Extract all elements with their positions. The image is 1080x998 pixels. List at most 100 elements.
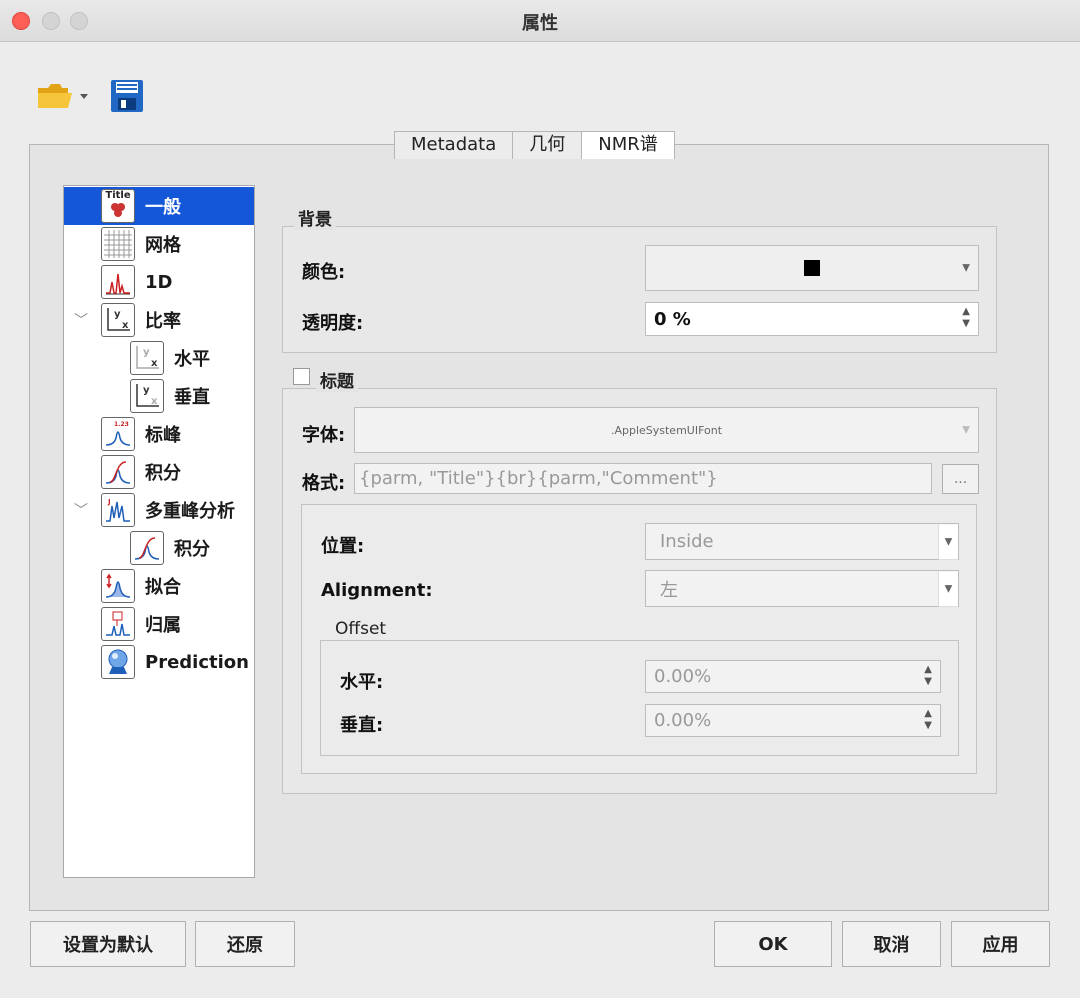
tree-item-label: 积分 [174,539,210,560]
title-icon: Title [101,189,135,223]
integral-icon [130,531,164,565]
stepper-icon[interactable]: ▲ ▼ [924,708,932,732]
tree-item-label: 1D [145,271,173,293]
offset-horizontal-label: 水平: [340,672,384,693]
tree-item-assignment[interactable]: 归属 [64,605,254,643]
offset-group [320,640,959,756]
apply-button[interactable]: 应用 [951,921,1050,967]
chevron-down-icon: ▼ [938,571,958,606]
peak-label-icon: 1.23 [101,417,135,451]
tree-item-grid[interactable]: 网格 [64,225,254,263]
tree-item-label: 水平 [174,349,210,370]
tree-item-multiplet-integral[interactable]: 积分 [64,529,254,567]
chevron-down-icon: ▼ [962,424,970,436]
tab-bar: Metadata 几何 NMR谱 [394,131,675,159]
set-default-button[interactable]: 设置为默认 [30,921,186,967]
restore-button[interactable]: 还原 [195,921,295,967]
ok-button[interactable]: OK [714,921,832,967]
ratio-vertical-icon: yx [130,379,164,413]
svg-text:J: J [107,498,111,506]
integral-icon [101,455,135,489]
tree-item-general[interactable]: Title 一般 [64,187,254,225]
save-icon [111,80,143,112]
tree-item-multiplet[interactable]: ﹀ J 多重峰分析 [64,491,254,529]
tree-item-ratio-horizontal[interactable]: yx 水平 [64,339,254,377]
open-folder-button[interactable] [36,80,92,114]
chevron-down-icon: ▼ [962,262,970,274]
stepper-icon[interactable]: ▲ ▼ [962,306,970,330]
format-label: 格式: [302,473,346,494]
offset-vertical-value: 0.00% [654,710,712,731]
alignment-select[interactable]: 左 ▼ [645,570,959,607]
ratio-icon: yx [101,303,135,337]
font-label: 字体: [302,425,346,446]
tree-item-ratio[interactable]: ﹀ yx 比率 [64,301,254,339]
format-value: {parm, "Title"}{br}{parm,"Comment"} [359,468,718,489]
font-value: .AppleSystemUIFont [610,423,723,437]
title-checkbox[interactable] [293,368,310,385]
svg-text:x: x [151,396,158,407]
opacity-label: 透明度: [302,313,364,334]
offset-vertical-label: 垂直: [340,715,384,736]
prediction-icon [101,645,135,679]
tree-item-label: 垂直 [174,387,210,408]
offset-vertical-spinbox[interactable]: 0.00% ▲ ▼ [645,704,941,737]
tab-metadata[interactable]: Metadata [394,131,514,159]
tree-item-label: 标峰 [145,425,181,446]
title-checkbox-label: 标题 [316,367,358,392]
offset-group-label: Offset [331,619,391,639]
offset-horizontal-spinbox[interactable]: 0.00% ▲ ▼ [645,660,941,693]
tab-geometry[interactable]: 几何 [513,131,583,159]
tree-item-prediction[interactable]: Prediction [64,643,254,681]
tree-item-label: 网格 [145,235,181,256]
tree-item-ratio-vertical[interactable]: yx 垂直 [64,377,254,415]
tree-item-label: 比率 [145,311,181,332]
folder-icon [38,84,88,108]
chevron-down-icon[interactable]: ﹀ [74,310,88,330]
position-select[interactable]: Inside ▼ [645,523,959,560]
tree-item-label: Prediction [145,651,249,673]
color-swatch [804,260,820,276]
save-button[interactable] [110,79,144,113]
grid-icon [101,227,135,261]
svg-text:y: y [143,385,150,396]
position-label: 位置: [321,536,365,557]
window-title: 属性 [522,13,558,34]
background-group-label: 背景 [294,205,336,230]
stepper-icon[interactable]: ▲ ▼ [924,664,932,688]
assignment-icon [101,607,135,641]
offset-horizontal-value: 0.00% [654,666,712,687]
ratio-horizontal-icon: yx [130,341,164,375]
alignment-value: 左 [660,579,678,601]
svg-text:1.23: 1.23 [114,421,129,428]
tree-item-label: 拟合 [145,577,181,598]
tree-item-peak-label[interactable]: 1.23 标峰 [64,415,254,453]
alignment-label: Alignment: [321,580,433,601]
category-tree: Title 一般 网格 1D ﹀ yx 比率 yx 水平 y x 垂直 1.23… [63,185,255,878]
font-select[interactable]: .AppleSystemUIFont ▼ [354,407,979,453]
tree-item-label: 积分 [145,463,181,484]
tree-item-1d[interactable]: 1D [64,263,254,301]
properties-window: 属性 Metadata 几何 NMR谱 Title 一般 网格 1D ﹀ y x… [0,0,1080,998]
format-input[interactable]: {parm, "Title"}{br}{parm,"Comment"} [354,463,932,494]
opacity-spinbox[interactable]: 0 % ▲ ▼ [645,302,979,336]
fit-icon [101,569,135,603]
cancel-button[interactable]: 取消 [842,921,941,967]
position-value: Inside [660,531,714,552]
chevron-down-icon[interactable]: ﹀ [74,500,88,520]
svg-text:x: x [151,358,158,369]
tree-item-fit[interactable]: 拟合 [64,567,254,605]
format-browse-button[interactable]: ... [942,464,979,494]
opacity-value: 0 % [654,308,691,330]
title-bar: 属性 [0,0,1080,42]
color-picker[interactable]: ▼ [645,245,979,291]
svg-text:y: y [143,347,150,358]
tree-item-label: 多重峰分析 [145,501,235,522]
multiplet-icon: J [101,493,135,527]
color-label: 颜色: [302,262,346,283]
tree-item-label: 归属 [145,615,181,636]
tab-nmr-spectrum[interactable]: NMR谱 [582,131,675,159]
tree-item-integral[interactable]: 积分 [64,453,254,491]
tree-item-label: 一般 [145,197,181,218]
svg-text:y: y [114,309,121,320]
